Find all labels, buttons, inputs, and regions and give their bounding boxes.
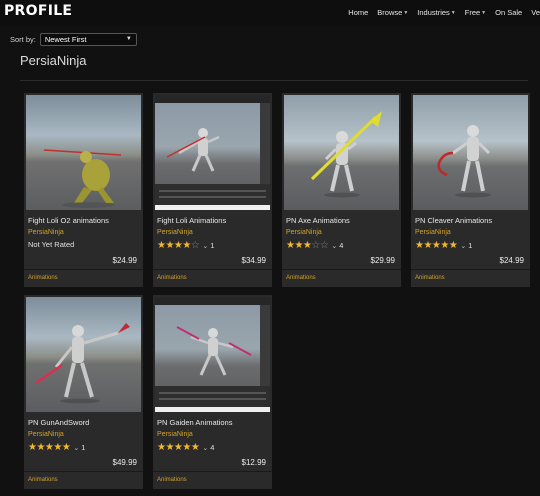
main-nav: Home Browse ▼ Industries ▼ Free ▼ On Sale V… bbox=[348, 8, 540, 17]
product-price: $24.99 bbox=[112, 256, 137, 265]
product-price: $34.99 bbox=[241, 256, 266, 265]
product-rating[interactable]: ★★★★★ ⌄ 1 bbox=[415, 240, 472, 251]
nav-home[interactable]: Home bbox=[348, 8, 368, 17]
divider bbox=[24, 471, 143, 472]
product-thumbnail[interactable] bbox=[155, 95, 270, 210]
product-name[interactable]: PN Axe Animations bbox=[286, 216, 350, 225]
product-author[interactable]: PersiaNinja bbox=[157, 431, 193, 438]
product-card[interactable]: PN GunAndSword PersiaNinja ★★★★★ ⌄ 1 $49… bbox=[24, 295, 143, 489]
review-count: 1 bbox=[210, 241, 215, 250]
nav-on-sale-label: On Sale bbox=[495, 8, 523, 17]
nav-browse-label: Browse bbox=[377, 8, 403, 17]
divider bbox=[153, 269, 272, 270]
product-price: $12.99 bbox=[241, 458, 266, 467]
rating-text: Not Yet Rated bbox=[28, 240, 75, 249]
star-rating: ★★★★☆ bbox=[157, 240, 200, 251]
product-name[interactable]: Fight Loli Animations bbox=[157, 216, 226, 225]
sort-bar: Sort by: Newest First ▼ bbox=[10, 33, 137, 46]
star-rating: ★★★☆☆ bbox=[286, 240, 329, 251]
nav-industries[interactable]: Industries ▼ bbox=[417, 8, 455, 17]
divider bbox=[20, 80, 528, 81]
chevron-down-icon: ▼ bbox=[403, 9, 409, 16]
nav-home-label: Home bbox=[348, 8, 369, 17]
page-title: PersiaNinja bbox=[20, 53, 87, 68]
product-thumbnail[interactable] bbox=[413, 95, 528, 210]
star-rating: ★★★★★ bbox=[157, 442, 200, 453]
chevron-down-icon: ⌄ bbox=[73, 444, 80, 452]
review-count: 4 bbox=[210, 443, 215, 452]
product-name[interactable]: PN Cleaver Animations bbox=[415, 216, 492, 225]
product-category[interactable]: Animations bbox=[28, 275, 58, 281]
product-category[interactable]: Animations bbox=[157, 275, 187, 281]
chevron-down-icon: ⌄ bbox=[202, 242, 209, 250]
nav-vendors-label: Ve bbox=[531, 8, 540, 17]
product-thumbnail[interactable] bbox=[26, 95, 141, 210]
chevron-down-icon: ▼ bbox=[481, 9, 487, 16]
product-author[interactable]: PersiaNinja bbox=[157, 229, 193, 236]
product-price: $24.99 bbox=[499, 256, 524, 265]
nav-industries-label: Industries bbox=[417, 8, 450, 17]
product-name[interactable]: Fight Loli O2 animations bbox=[28, 216, 109, 225]
product-rating[interactable]: ★★★★☆ ⌄ 1 bbox=[157, 240, 214, 251]
site-logo[interactable]: PROFILE bbox=[4, 3, 72, 19]
product-author[interactable]: PersiaNinja bbox=[28, 229, 64, 236]
product-author[interactable]: PersiaNinja bbox=[415, 229, 451, 236]
product-category[interactable]: Animations bbox=[157, 477, 187, 483]
nav-free[interactable]: Free ▼ bbox=[465, 8, 486, 17]
divider bbox=[153, 471, 272, 472]
nav-free-label: Free bbox=[464, 8, 481, 17]
review-count: 1 bbox=[468, 241, 473, 250]
product-rating: Not Yet Rated bbox=[28, 240, 74, 249]
product-card[interactable]: PN Cleaver Animations PersiaNinja ★★★★★ … bbox=[411, 93, 530, 287]
chevron-down-icon: ▼ bbox=[450, 9, 456, 16]
divider bbox=[282, 269, 401, 270]
product-price: $49.99 bbox=[112, 458, 137, 467]
product-category[interactable]: Animations bbox=[286, 275, 316, 281]
chevron-down-icon: ▼ bbox=[125, 36, 132, 42]
product-rating[interactable]: ★★★☆☆ ⌄ 4 bbox=[286, 240, 343, 251]
product-rating[interactable]: ★★★★★ ⌄ 4 bbox=[157, 442, 214, 453]
top-bar: PROFILE Home Browse ▼ Industries ▼ Free ▼ O… bbox=[0, 0, 540, 26]
product-price: $29.99 bbox=[370, 256, 395, 265]
nav-browse[interactable]: Browse ▼ bbox=[377, 8, 408, 17]
product-card[interactable]: PN Gaiden Animations PersiaNinja ★★★★★ ⌄… bbox=[153, 295, 272, 489]
product-name[interactable]: PN GunAndSword bbox=[28, 418, 89, 427]
product-rating[interactable]: ★★★★★ ⌄ 1 bbox=[28, 442, 85, 453]
chevron-down-icon: ⌄ bbox=[460, 242, 467, 250]
review-count: 4 bbox=[339, 241, 344, 250]
divider bbox=[24, 269, 143, 270]
product-thumbnail[interactable] bbox=[155, 297, 270, 412]
chevron-down-icon: ⌄ bbox=[331, 242, 338, 250]
product-thumbnail[interactable] bbox=[26, 297, 141, 412]
sort-value: Newest First bbox=[44, 35, 87, 44]
product-card[interactable]: PN Axe Animations PersiaNinja ★★★☆☆ ⌄ 4 … bbox=[282, 93, 401, 287]
sort-label: Sort by: bbox=[10, 35, 36, 44]
chevron-down-icon: ⌄ bbox=[202, 444, 209, 452]
nav-vendors[interactable]: Ve bbox=[531, 8, 540, 17]
star-rating: ★★★★★ bbox=[415, 240, 458, 251]
nav-on-sale[interactable]: On Sale bbox=[495, 8, 522, 17]
product-author[interactable]: PersiaNinja bbox=[28, 431, 64, 438]
product-card[interactable]: Fight Loli O2 animations PersiaNinja Not… bbox=[24, 93, 143, 287]
product-thumbnail[interactable] bbox=[284, 95, 399, 210]
divider bbox=[411, 269, 530, 270]
product-card[interactable]: Fight Loli Animations PersiaNinja ★★★★☆ … bbox=[153, 93, 272, 287]
sort-select[interactable]: Newest First ▼ bbox=[39, 33, 137, 46]
product-name[interactable]: PN Gaiden Animations bbox=[157, 418, 232, 427]
star-rating: ★★★★★ bbox=[28, 442, 71, 453]
product-author[interactable]: PersiaNinja bbox=[286, 229, 322, 236]
product-category[interactable]: Animations bbox=[28, 477, 58, 483]
review-count: 1 bbox=[81, 443, 86, 452]
product-category[interactable]: Animations bbox=[415, 275, 445, 281]
